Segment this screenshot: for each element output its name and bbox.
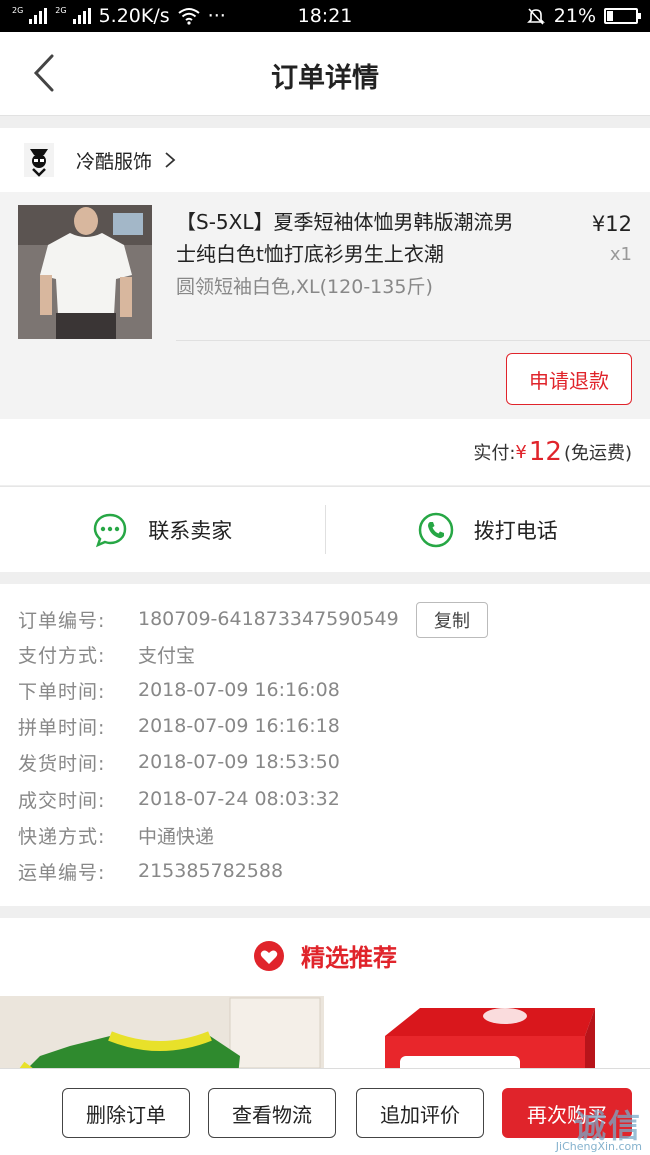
total-amount: 12 bbox=[528, 437, 562, 467]
contact-row: 联系卖家 拨打电话 bbox=[0, 486, 650, 572]
info-row: 快递方式: 中通快递 bbox=[18, 817, 214, 853]
info-label: 支付方式: bbox=[18, 644, 106, 667]
total-label: 实付: bbox=[473, 443, 516, 464]
shipping-note: (免运费) bbox=[563, 443, 632, 464]
call-phone-button[interactable]: 拨打电话 bbox=[326, 487, 650, 572]
contact-seller-label: 联系卖家 bbox=[148, 518, 233, 543]
info-value: 180709-641873347590549 bbox=[138, 608, 399, 630]
call-phone-label: 拨打电话 bbox=[473, 518, 558, 543]
order-info: 订单编号: 180709-641873347590549 复制 支付方式: 支付… bbox=[0, 584, 650, 906]
chevron-right-icon bbox=[165, 152, 176, 168]
tshirt-photo-icon bbox=[18, 205, 152, 339]
battery-percent: 21% bbox=[553, 5, 596, 27]
info-value: 2018-07-09 16:16:18 bbox=[138, 715, 340, 737]
info-row: 订单编号: 180709-641873347590549 bbox=[18, 601, 399, 637]
info-value: 支付宝 bbox=[138, 644, 196, 667]
more-dots: ··· bbox=[207, 5, 226, 27]
product-title[interactable]: 【S-5XL】夏季短袖体恤男韩版潮流男士纯白色t恤打底衫男生上衣潮 bbox=[176, 206, 526, 270]
nav-header: 订单详情 bbox=[0, 32, 650, 116]
info-label: 下单时间: bbox=[18, 680, 106, 703]
bottom-action-bar: 删除订单 查看物流 追加评价 再次购买 bbox=[0, 1068, 650, 1155]
add-review-button[interactable]: 追加评价 bbox=[356, 1088, 484, 1138]
status-bar: 2G 2G 5.20K/s ··· 18:21 21% bbox=[0, 0, 650, 32]
shop-row[interactable]: 冷酷服饰 bbox=[0, 128, 650, 192]
info-value: 215385782588 bbox=[138, 860, 284, 882]
signal-icon bbox=[29, 8, 48, 24]
recommend-title: 精选推荐 bbox=[301, 944, 397, 972]
refund-button[interactable]: 申请退款 bbox=[506, 353, 632, 405]
info-label: 拼单时间: bbox=[18, 716, 106, 739]
info-row: 拼单时间: 2018-07-09 16:16:18 bbox=[18, 708, 340, 744]
info-label: 运单编号: bbox=[18, 861, 106, 884]
info-row: 成交时间: 2018-07-24 08:03:32 bbox=[18, 781, 340, 817]
product-item[interactable]: 【S-5XL】夏季短袖体恤男韩版潮流男士纯白色t恤打底衫男生上衣潮 圆领短袖白色… bbox=[0, 192, 650, 419]
network-tag-2: 2G bbox=[55, 5, 67, 15]
info-row: 支付方式: 支付宝 bbox=[18, 636, 195, 672]
mute-bell-icon bbox=[526, 8, 545, 25]
info-label: 成交时间: bbox=[18, 789, 106, 812]
network-speed: 5.20K/s bbox=[98, 5, 170, 27]
product-price: ¥12 bbox=[591, 212, 632, 236]
battery-icon bbox=[604, 8, 641, 24]
info-value: 2018-07-09 16:16:08 bbox=[138, 679, 340, 701]
info-row: 下单时间: 2018-07-09 16:16:08 bbox=[18, 672, 340, 708]
product-spec: 圆领短袖白色,XL(120-135斤) bbox=[176, 276, 433, 298]
shop-name[interactable]: 冷酷服饰 bbox=[76, 147, 152, 174]
info-label: 快递方式: bbox=[18, 825, 106, 848]
wifi-icon bbox=[178, 8, 200, 25]
divider bbox=[176, 340, 650, 341]
product-image[interactable] bbox=[18, 205, 152, 339]
info-row: 运单编号: 215385782588 bbox=[18, 853, 283, 889]
view-logistics-button[interactable]: 查看物流 bbox=[208, 1088, 336, 1138]
contact-seller-button[interactable]: 联系卖家 bbox=[0, 487, 325, 572]
delete-order-button[interactable]: 删除订单 bbox=[62, 1088, 190, 1138]
signal-icon-2 bbox=[72, 8, 91, 24]
status-left: 2G 2G 5.20K/s ··· bbox=[12, 5, 226, 27]
product-quantity: x1 bbox=[609, 244, 632, 265]
info-value: 2018-07-09 18:53:50 bbox=[138, 751, 340, 773]
order-card: 冷酷服饰 【S-5XL】夏季短袖体恤男韩版潮流男士纯白色t恤打底衫男生上衣潮 圆… bbox=[0, 128, 650, 485]
info-label: 发货时间: bbox=[18, 752, 106, 775]
network-tag: 2G bbox=[12, 5, 24, 15]
battery-level bbox=[607, 11, 614, 21]
phone-icon bbox=[418, 512, 453, 547]
copy-button[interactable]: 复制 bbox=[416, 602, 488, 638]
total-currency: ¥ bbox=[515, 441, 527, 463]
shop-logo-icon bbox=[24, 143, 54, 177]
info-label: 订单编号: bbox=[18, 609, 106, 632]
status-right: 21% bbox=[526, 5, 641, 27]
chat-icon bbox=[93, 513, 127, 547]
info-row: 发货时间: 2018-07-09 18:53:50 bbox=[18, 744, 340, 780]
rebuy-button[interactable]: 再次购买 bbox=[502, 1088, 632, 1138]
heart-badge-icon bbox=[254, 940, 284, 971]
info-value: 中通快递 bbox=[138, 825, 215, 848]
info-value: 2018-07-24 08:03:32 bbox=[138, 788, 340, 810]
recommend-header: 精选推荐 bbox=[0, 938, 650, 973]
page-title: 订单详情 bbox=[271, 63, 379, 94]
total-row: 实付: ¥ 12 (免运费) bbox=[0, 419, 650, 485]
